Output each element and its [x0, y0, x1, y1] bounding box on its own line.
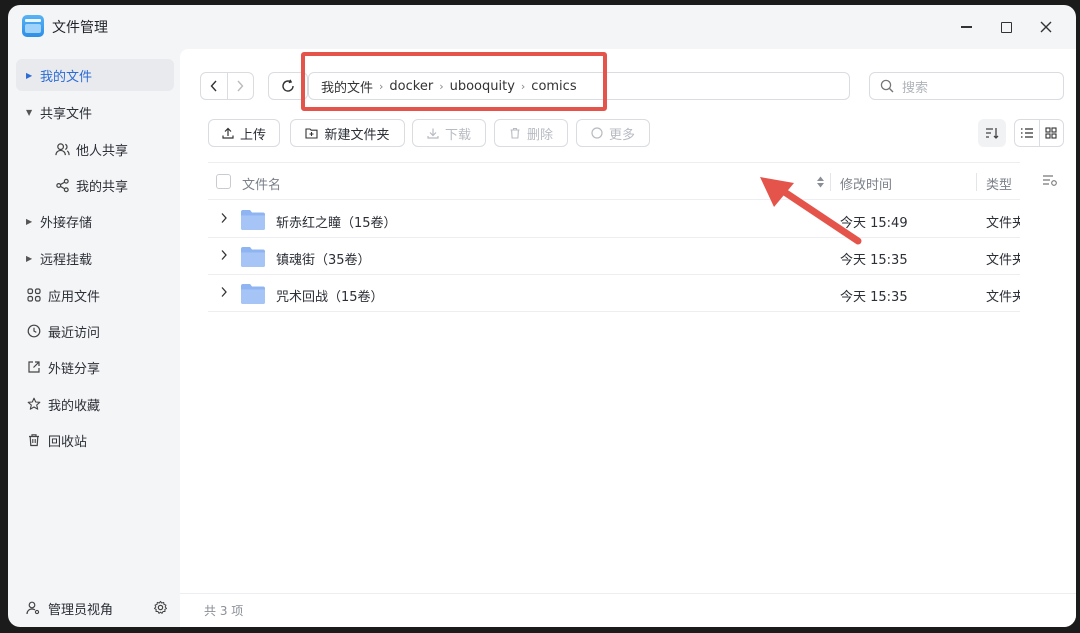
- admin-view-label: 管理员视角: [48, 602, 114, 618]
- sidebar-item-shared-files[interactable]: ▼ 共享文件: [16, 96, 174, 128]
- sidebar-item-shared-with-me[interactable]: 他人共享: [16, 133, 174, 165]
- refresh-icon: [282, 79, 294, 92]
- close-button[interactable]: [1028, 13, 1064, 41]
- grid-view-button[interactable]: [1040, 120, 1064, 146]
- column-header-name[interactable]: 文件名: [242, 174, 281, 193]
- trash-icon: [26, 433, 42, 447]
- caret-down-icon: ▼: [26, 107, 33, 117]
- column-divider[interactable]: [976, 173, 977, 191]
- trash-icon: [510, 127, 520, 139]
- folder-icon: [241, 210, 265, 230]
- grid-view-icon: [1045, 127, 1057, 139]
- share-icon: [54, 178, 70, 193]
- search-input[interactable]: 搜索: [869, 72, 1064, 100]
- sidebar-item-my-files[interactable]: ▶ 我的文件: [16, 59, 174, 91]
- table-row[interactable]: 斩赤红之瞳（15卷） 今天 15:49 文件夹: [208, 201, 1020, 238]
- table-header: 文件名 修改时间 类型: [208, 162, 1020, 200]
- column-header-type[interactable]: 类型: [986, 174, 1012, 193]
- download-icon: [427, 128, 439, 139]
- folder-icon: [241, 247, 265, 267]
- file-manager-window: 文件管理 ▶ 我的文件 ▼ 共享文件 他人共享 我的共享 ▶ 外接存储 ▶ 远程…: [8, 5, 1076, 627]
- caret-right-icon: ▶: [26, 216, 33, 226]
- chevron-right-icon[interactable]: [220, 212, 228, 224]
- view-mode-toggle: [1014, 119, 1064, 147]
- new-folder-button[interactable]: 新建文件夹: [290, 119, 405, 147]
- sidebar-item-recent[interactable]: 最近访问: [16, 315, 174, 347]
- download-button[interactable]: 下载: [412, 119, 486, 147]
- maximize-icon: [1000, 21, 1012, 33]
- list-view-button[interactable]: [1015, 120, 1040, 146]
- history-nav: [200, 72, 254, 100]
- file-name: 斩赤红之瞳（15卷）: [276, 216, 397, 231]
- apps-icon: [26, 288, 42, 302]
- file-modified: 今天 15:35: [840, 253, 908, 268]
- chevron-right-icon[interactable]: [220, 249, 228, 261]
- column-settings-icon[interactable]: [1042, 173, 1058, 191]
- sidebar-item-my-shares[interactable]: 我的共享: [16, 169, 174, 201]
- status-bar: 共 3 项: [180, 593, 1076, 627]
- app-title: 文件管理: [52, 20, 108, 36]
- main-panel: 我的文件 › docker › ubooquity › comics 搜索 上传…: [180, 49, 1076, 627]
- upload-icon: [222, 127, 234, 139]
- maximize-button[interactable]: [988, 13, 1024, 41]
- upload-button[interactable]: 上传: [208, 119, 280, 147]
- file-modified: 今天 15:35: [840, 290, 908, 305]
- sort-button[interactable]: [978, 119, 1006, 147]
- admin-view-toggle[interactable]: 管理员视角: [16, 593, 174, 623]
- more-button[interactable]: 更多: [576, 119, 650, 147]
- chevron-right-icon[interactable]: [220, 286, 228, 298]
- select-all-checkbox[interactable]: [216, 174, 231, 189]
- file-manager-logo-icon: [22, 15, 44, 37]
- minimize-icon: [960, 26, 972, 28]
- annotation-arrow-icon: [760, 177, 862, 245]
- sort-icon: [986, 128, 999, 139]
- table-row[interactable]: 镇魂街（35卷） 今天 15:35 文件夹: [208, 238, 1020, 275]
- users-icon: [54, 142, 70, 157]
- sidebar-item-external-storage[interactable]: ▶ 外接存储: [16, 205, 174, 237]
- file-type: 文件夹: [986, 290, 1020, 305]
- minimize-button[interactable]: [948, 13, 984, 41]
- sidebar-item-favorites[interactable]: 我的收藏: [16, 388, 174, 420]
- chevron-left-icon: [210, 80, 217, 92]
- file-name: 镇魂街（35卷）: [276, 253, 371, 268]
- caret-right-icon: ▶: [26, 70, 33, 80]
- clock-icon: [26, 324, 42, 338]
- chevron-right-icon: [237, 80, 244, 92]
- new-folder-icon: [305, 128, 319, 139]
- gear-icon[interactable]: [153, 600, 168, 619]
- file-type: 文件夹: [986, 216, 1020, 231]
- back-button[interactable]: [201, 73, 228, 99]
- table-row[interactable]: 咒术回战（15卷） 今天 15:35 文件夹: [208, 275, 1020, 312]
- file-type: 文件夹: [986, 253, 1020, 268]
- search-icon: [880, 79, 894, 93]
- file-name: 咒术回战（15卷）: [276, 290, 384, 305]
- sidebar-item-trash[interactable]: 回收站: [16, 424, 174, 456]
- admin-user-icon: [26, 601, 40, 615]
- item-count: 共 3 项: [204, 604, 244, 618]
- search-placeholder: 搜索: [902, 80, 929, 96]
- annotation-highlight-box: [301, 52, 607, 111]
- folder-icon: [241, 284, 265, 304]
- external-share-icon: [26, 360, 42, 374]
- sidebar-item-app-files[interactable]: 应用文件: [16, 279, 174, 311]
- delete-button[interactable]: 删除: [494, 119, 568, 147]
- sidebar-item-link-share[interactable]: 外链分享: [16, 351, 174, 383]
- list-view-icon: [1020, 128, 1033, 138]
- title-bar: 文件管理: [8, 5, 1076, 49]
- sidebar-item-remote-mount[interactable]: ▶ 远程挂载: [16, 242, 174, 274]
- sidebar: ▶ 我的文件 ▼ 共享文件 他人共享 我的共享 ▶ 外接存储 ▶ 远程挂载 应用…: [8, 49, 180, 627]
- more-circle-icon: [591, 127, 603, 139]
- close-icon: [1040, 21, 1052, 33]
- caret-right-icon: ▶: [26, 253, 33, 263]
- star-icon: [26, 397, 42, 411]
- forward-button[interactable]: [228, 73, 254, 99]
